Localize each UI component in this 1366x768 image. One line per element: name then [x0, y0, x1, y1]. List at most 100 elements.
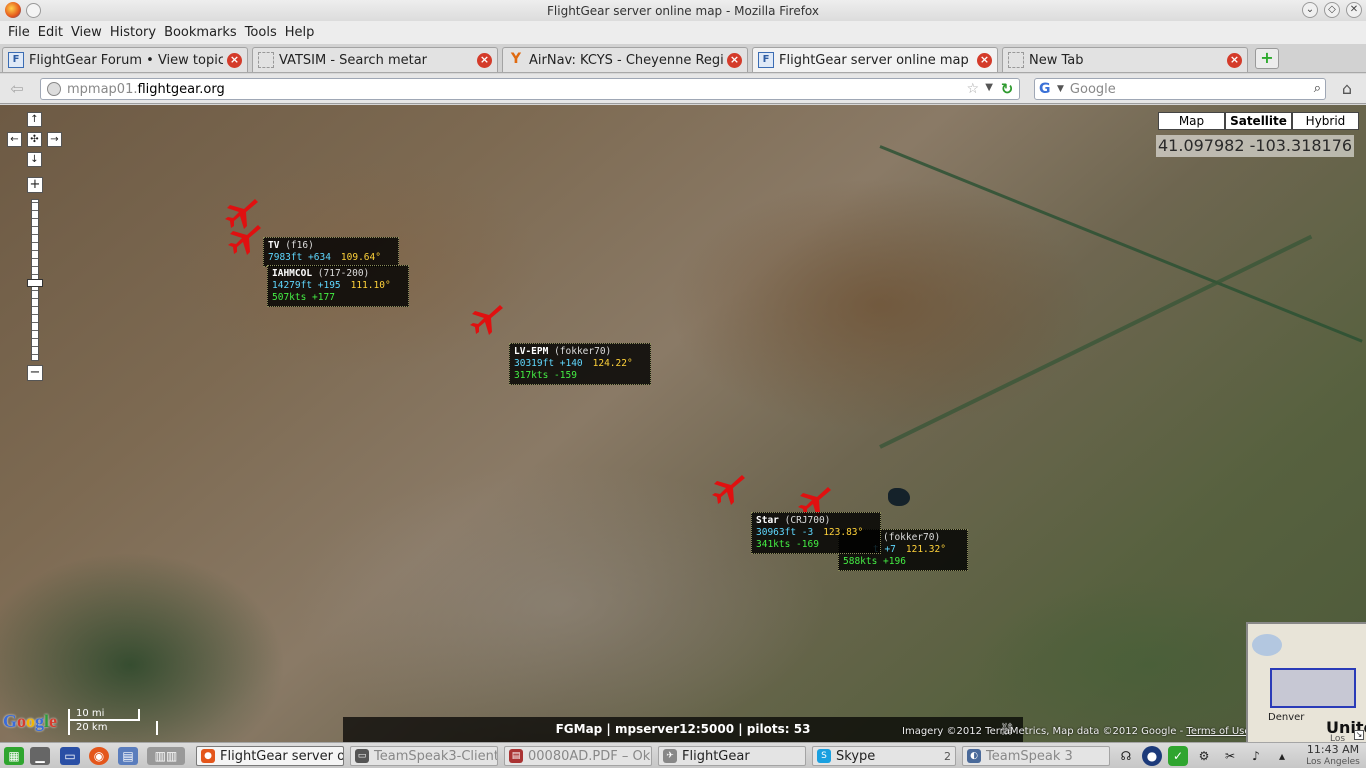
back-arrow-icon[interactable]: ⇦	[6, 79, 28, 99]
volume-tray-icon[interactable]: ♪	[1246, 746, 1266, 766]
url-dropdown-icon[interactable]: ▼	[985, 82, 993, 93]
menu-file[interactable]: File	[4, 25, 34, 40]
map-attribution: Imagery ©2012 TerraMetrics, Map data ©20…	[902, 726, 1251, 737]
task-teamspeak-client[interactable]: ▭ TeamSpeak3-Client	[350, 746, 498, 766]
file-manager-icon[interactable]: ▤	[118, 747, 138, 765]
aircraft-type: (fokker70)	[554, 346, 612, 357]
navigation-bar: ⇦ mpmap01. flightgear.org ☆ ▼ ↻ G ▼ Googl…	[0, 74, 1366, 104]
task-label: 00080AD.PDF – Ok	[528, 748, 651, 764]
google-logo[interactable]: Google	[3, 711, 57, 732]
teamspeak-icon: ◐	[967, 749, 981, 763]
close-tab-icon[interactable]: ×	[1227, 52, 1242, 68]
show-desktop-icon[interactable]: ▁	[30, 747, 50, 765]
close-tab-icon[interactable]: ×	[977, 52, 992, 68]
altitude: 30963ft -3	[756, 527, 814, 538]
settings-tray-icon[interactable]: ⚙	[1194, 746, 1214, 766]
pan-left-icon[interactable]: ←	[7, 132, 22, 147]
task-pdf[interactable]: ▤ 00080AD.PDF – Ok	[504, 746, 652, 766]
tab-label: FlightGear server online map	[779, 52, 969, 68]
close-tab-icon[interactable]: ×	[227, 52, 242, 68]
aircraft-icon-star[interactable]	[712, 471, 748, 507]
tab-flightgear-map[interactable]: F FlightGear server online map ×	[752, 47, 998, 72]
binoculars-icon[interactable]: ⌕	[1314, 81, 1321, 96]
tab-airnav[interactable]: Y AirNav: KCYS - Cheyenne Regio... ×	[502, 47, 748, 72]
menu-edit[interactable]: Edit	[34, 25, 67, 40]
task-label: TeamSpeak3-Client	[374, 748, 498, 764]
heading: 109.64°	[340, 252, 381, 263]
google-search-engine-icon[interactable]: G	[1039, 81, 1055, 97]
menu-history[interactable]: History	[106, 25, 160, 40]
overview-toggle-icon[interactable]: ↘	[1354, 730, 1364, 740]
window-menu-button[interactable]	[26, 3, 41, 18]
tray-expand-icon[interactable]: ▴	[1272, 746, 1292, 766]
clock-location: Los Angeles	[1306, 757, 1360, 767]
blank-favicon-icon	[1008, 52, 1024, 68]
url-bar[interactable]: mpmap01. flightgear.org ☆ ▼ ↻	[40, 78, 1020, 100]
close-tab-icon[interactable]: ×	[477, 52, 492, 68]
firefox-icon: ●	[201, 749, 215, 763]
terms-of-use-link[interactable]: Terms of Use	[1186, 726, 1250, 737]
menu-help[interactable]: Help	[281, 25, 319, 40]
terminal-icon[interactable]: ▭	[60, 747, 80, 765]
tab-bar: F FlightGear Forum • View topic ... × VA…	[0, 44, 1366, 73]
menu-view[interactable]: View	[67, 25, 106, 40]
callsign: LV-EPM	[514, 346, 549, 357]
close-tab-icon[interactable]: ×	[727, 52, 742, 68]
task-skype[interactable]: S Skype 2	[812, 746, 956, 766]
reload-icon[interactable]: ↻	[999, 81, 1015, 97]
scale-km: 20 km	[68, 721, 158, 735]
task-flightgear[interactable]: ✈ FlightGear	[658, 746, 806, 766]
zoom-in-button[interactable]: +	[27, 177, 43, 193]
overview-viewport-rect[interactable]	[1270, 668, 1356, 708]
zoom-out-button[interactable]: −	[27, 365, 43, 381]
scissors-tray-icon[interactable]: ✂	[1220, 746, 1240, 766]
callsign: IAHMCOL	[272, 268, 313, 279]
pan-up-icon[interactable]: ↑	[27, 112, 42, 127]
window-icon: ▭	[355, 749, 369, 763]
map-type-map-button[interactable]: Map	[1158, 112, 1225, 130]
maximize-button[interactable]: ◇	[1324, 2, 1340, 18]
close-window-button[interactable]: ✕	[1346, 2, 1362, 18]
menu-tools[interactable]: Tools	[241, 25, 281, 40]
tab-flightgear-forum[interactable]: F FlightGear Forum • View topic ... ×	[2, 47, 248, 72]
heading: 123.83°	[823, 527, 864, 538]
pan-center-icon[interactable]: ✣	[27, 132, 42, 147]
bookmark-star-icon[interactable]: ☆	[966, 81, 979, 97]
minimize-button[interactable]: ⌄	[1302, 2, 1318, 18]
system-clock[interactable]: 11:43 AM Los Angeles	[1302, 743, 1364, 768]
task-teamspeak[interactable]: ◐ TeamSpeak 3	[962, 746, 1110, 766]
map-type-satellite-button[interactable]: Satellite	[1225, 112, 1292, 130]
altitude: 14279ft +195	[272, 280, 341, 291]
network-tray-icon[interactable]: ●	[1142, 746, 1162, 766]
firefox-launcher-icon[interactable]: ◉	[89, 747, 109, 765]
aircraft-icon-iahmcol[interactable]	[228, 221, 264, 257]
pan-right-icon[interactable]: →	[47, 132, 62, 147]
map-type-hybrid-button[interactable]: Hybrid	[1292, 112, 1359, 130]
overview-map[interactable]: Denver United Los Angeles ↘	[1246, 622, 1366, 742]
tab-label: New Tab	[1029, 52, 1084, 68]
zoom-slider-thumb[interactable]	[27, 279, 43, 287]
update-tray-icon[interactable]: ✓	[1168, 746, 1188, 766]
headphones-tray-icon[interactable]: ☊	[1116, 746, 1136, 766]
new-tab-button[interactable]: +	[1255, 48, 1279, 69]
pan-down-icon[interactable]: ↓	[27, 152, 42, 167]
home-icon[interactable]: ⌂	[1337, 80, 1357, 98]
site-identity-icon[interactable]	[47, 82, 61, 96]
aircraft-type: (717-200)	[317, 268, 370, 279]
tab-new-tab[interactable]: New Tab ×	[1002, 47, 1248, 72]
engine-dropdown-icon[interactable]: ▼	[1057, 84, 1064, 94]
window-titlebar: FlightGear server online map - Mozilla F…	[0, 0, 1366, 21]
menu-bookmarks[interactable]: Bookmarks	[160, 25, 241, 40]
tab-vatsim[interactable]: VATSIM - Search metar ×	[252, 47, 498, 72]
url-domain: flightgear.org	[137, 81, 225, 97]
task-firefox[interactable]: ● FlightGear server o	[196, 746, 344, 766]
satellite-map[interactable]: ↑ ← ✣ → ↓ + − Map Satellite Hybrid 41.09…	[0, 105, 1366, 742]
workspace-switcher-icon[interactable]: ▥▥	[147, 747, 185, 765]
speed: 507kts +177	[272, 292, 335, 303]
search-placeholder: Google	[1069, 81, 1116, 97]
taskbar: ▦ ▁ ▭ ◉ ▤ ▥▥ ● FlightGear server o ▭ Tea…	[0, 742, 1366, 768]
aircraft-icon-lv-epm[interactable]	[470, 301, 506, 337]
river-feature	[879, 234, 1313, 449]
search-bar[interactable]: G ▼ Google ⌕	[1034, 78, 1326, 100]
app-menu-icon[interactable]: ▦	[4, 747, 24, 765]
